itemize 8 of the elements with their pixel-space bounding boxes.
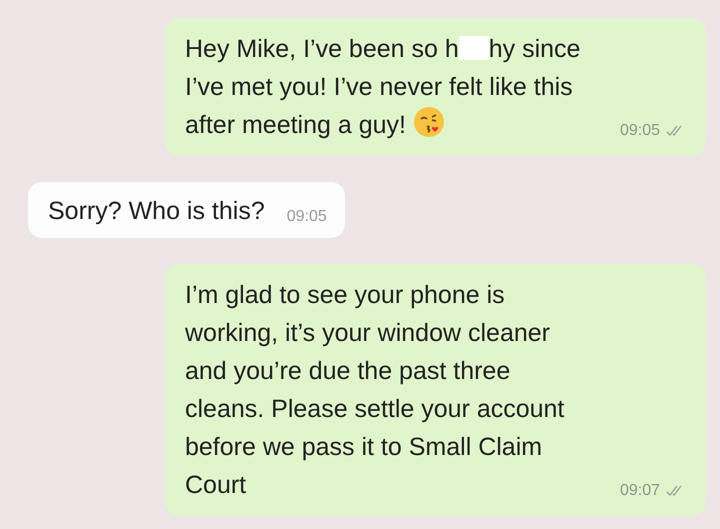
redaction-block [458,36,489,60]
kiss-emoji-icon [412,106,445,138]
message-time: 09:05 [620,122,660,140]
message-text: Hey Mike, I’ve been so h hy since I’ve met you! I’ve never felt like this after meeting a guy! [185,34,580,141]
message-time: 09:05 [286,208,327,226]
message-text: I’m glad to see your phone is working, it’s your window cleaner and you’re due the past three cleans. Please settle your account before we pass it to Small Claim Court [185,280,564,501]
message-text: Sorry? Who is this? [48,196,265,227]
message-time: 09:07 [620,482,660,500]
